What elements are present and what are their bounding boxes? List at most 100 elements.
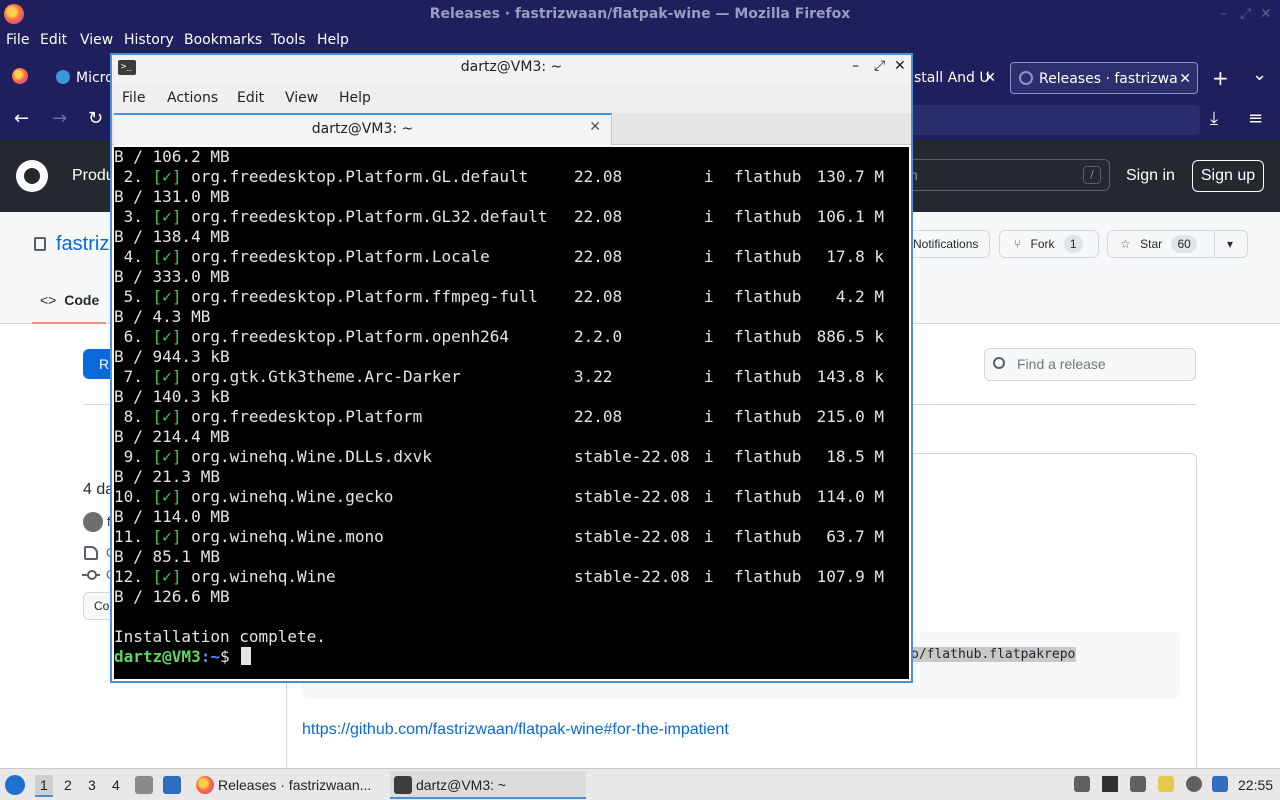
- network-icon[interactable]: [1186, 776, 1202, 792]
- tab-close-icon[interactable]: ✕: [984, 62, 996, 94]
- start-menu-icon[interactable]: [5, 775, 25, 795]
- fork-count: 1: [1063, 235, 1083, 253]
- menu-history[interactable]: History: [124, 32, 174, 48]
- notifications-label: Notifications: [913, 237, 979, 251]
- package-row: 6. [✓] org.freedesktop.Platform.openh264…: [114, 327, 884, 347]
- tab-code[interactable]: <> Code: [32, 284, 106, 324]
- hamburger-menu-icon[interactable]: ≡: [1248, 108, 1263, 129]
- terminal-menu-file[interactable]: File: [122, 90, 145, 106]
- tab-label: Micro: [76, 70, 112, 86]
- menu-bookmarks[interactable]: Bookmarks: [184, 32, 262, 48]
- repo-owner-link[interactable]: fastriz: [56, 233, 109, 256]
- package-row: 4. [✓] org.freedesktop.Platform.Locale 22…: [114, 247, 884, 267]
- tab-list-icon[interactable]: ⌄: [1252, 64, 1267, 85]
- package-op: i: [704, 287, 714, 306]
- disk-icon[interactable]: [1074, 776, 1090, 792]
- menu-file[interactable]: File: [6, 32, 29, 48]
- package-progress-line: B / 4.3 MB: [114, 307, 211, 326]
- package-version: stable-22.08: [574, 567, 690, 586]
- workspace-2[interactable]: 2: [64, 777, 72, 793]
- package-size: 18.5 M: [826, 447, 884, 466]
- terminal-tab[interactable]: dartz@VM3: ~ ✕: [114, 113, 612, 145]
- package-remote: flathub: [734, 367, 802, 386]
- star-button[interactable]: ☆ Star 60: [1107, 230, 1215, 258]
- github-search-input[interactable]: ch /: [888, 159, 1110, 191]
- package-version: 2.2.0: [574, 327, 623, 346]
- package-num: 4.: [114, 247, 143, 266]
- package-op: i: [704, 527, 714, 546]
- tab-label: stall And U: [914, 70, 990, 86]
- tab-install[interactable]: stall And U ✕: [914, 62, 1000, 94]
- reload-icon[interactable]: ↻: [88, 108, 103, 129]
- compare-button[interactable]: Co: [83, 592, 111, 620]
- package-row: 11. [✓] org.winehq.Wine.mono stable-22.08…: [114, 527, 884, 547]
- package-remote: flathub: [734, 487, 802, 506]
- file-manager-icon[interactable]: [135, 776, 153, 794]
- sign-in-link[interactable]: Sign in: [1126, 167, 1175, 185]
- package-num: 6.: [114, 327, 143, 346]
- terminal-menu-actions[interactable]: Actions: [167, 90, 218, 106]
- avatar[interactable]: [83, 512, 103, 532]
- star-dropdown-button[interactable]: ▾: [1214, 230, 1248, 258]
- terminal-tabbar: dartz@VM3: ~ ✕: [112, 113, 911, 145]
- volume-icon[interactable]: [1102, 776, 1118, 792]
- find-release-input[interactable]: Find a release: [984, 348, 1196, 381]
- workspace-1[interactable]: 1: [35, 775, 53, 797]
- selected-code-text: o/flathub.flatpakrepo: [910, 647, 1077, 662]
- task-firefox[interactable]: Releases · fastrizwaan...: [192, 771, 384, 799]
- update-icon[interactable]: [1212, 776, 1228, 792]
- minimize-icon[interactable]: –: [1220, 6, 1227, 22]
- firefox-view-icon[interactable]: [12, 68, 28, 84]
- maximize-icon[interactable]: ⤢: [874, 58, 885, 74]
- tab-close-icon[interactable]: ✕: [589, 119, 601, 135]
- sign-up-button[interactable]: Sign up: [1192, 160, 1264, 192]
- releases-button[interactable]: R: [83, 349, 113, 379]
- package-progress-line: B / 131.0 MB: [114, 187, 230, 206]
- package-version: stable-22.08: [574, 447, 690, 466]
- menu-help[interactable]: Help: [317, 32, 349, 48]
- forward-icon[interactable]: →: [52, 108, 67, 129]
- menu-view[interactable]: View: [80, 32, 113, 48]
- downloads-icon[interactable]: ⤓: [1210, 108, 1218, 129]
- close-icon[interactable]: ✕: [894, 58, 906, 74]
- terminal-menu-help[interactable]: Help: [339, 90, 371, 106]
- terminal-menu-view[interactable]: View: [285, 90, 318, 106]
- menu-tools[interactable]: Tools: [271, 32, 306, 48]
- package-op: i: [704, 447, 714, 466]
- close-icon[interactable]: ✕: [1260, 6, 1272, 22]
- maximize-icon[interactable]: ⤢: [1240, 6, 1251, 22]
- url-bar[interactable]: [900, 105, 1200, 135]
- check-mark: [✓]: [152, 207, 182, 226]
- package-remote: flathub: [734, 567, 802, 586]
- commit-icon: [82, 570, 100, 580]
- terminal-menu-edit[interactable]: Edit: [237, 90, 264, 106]
- tab-close-icon[interactable]: ✕: [1179, 63, 1191, 93]
- tab-releases[interactable]: Releases · fastrizwa ✕: [1010, 62, 1198, 94]
- menu-edit[interactable]: Edit: [40, 32, 67, 48]
- task-terminal[interactable]: dartz@VM3: ~: [390, 771, 586, 799]
- package-progress-line: B / 140.3 kB: [114, 387, 230, 406]
- package-remote: flathub: [734, 167, 802, 186]
- terminal-output[interactable]: B / 106.2 MB 2. [✓] org.freedesktop.Plat…: [114, 147, 909, 679]
- fork-button[interactable]: ⑂ Fork 1: [999, 230, 1099, 258]
- package-remote: flathub: [734, 207, 802, 226]
- package-ref: org.freedesktop.Platform: [191, 407, 423, 426]
- package-progress-line: B / 85.1 MB: [114, 547, 220, 566]
- keyboard-icon[interactable]: [1130, 776, 1146, 792]
- readme-link[interactable]: https://github.com/fastrizwaan/flatpak-w…: [302, 721, 729, 739]
- package-progress-line: B / 138.4 MB: [114, 227, 230, 246]
- new-tab-button[interactable]: +: [1212, 66, 1229, 90]
- workspace-3[interactable]: 3: [88, 777, 96, 793]
- minimize-icon[interactable]: –: [852, 58, 859, 74]
- terminal-window-title: dartz@VM3: ~: [460, 59, 563, 75]
- tab-microsoft[interactable]: Micro: [54, 62, 112, 94]
- github-logo-icon[interactable]: [16, 160, 48, 192]
- back-icon[interactable]: ←: [14, 108, 29, 129]
- product-menu[interactable]: Produ: [72, 167, 115, 185]
- clipboard-icon[interactable]: [1158, 776, 1174, 792]
- workspace-4[interactable]: 4: [112, 777, 120, 793]
- package-remote: flathub: [734, 247, 802, 266]
- package-ref: org.freedesktop.Platform.GL32.default: [191, 207, 548, 226]
- package-row: 5. [✓] org.freedesktop.Platform.ffmpeg-f…: [114, 287, 884, 307]
- show-desktop-icon[interactable]: [163, 776, 181, 794]
